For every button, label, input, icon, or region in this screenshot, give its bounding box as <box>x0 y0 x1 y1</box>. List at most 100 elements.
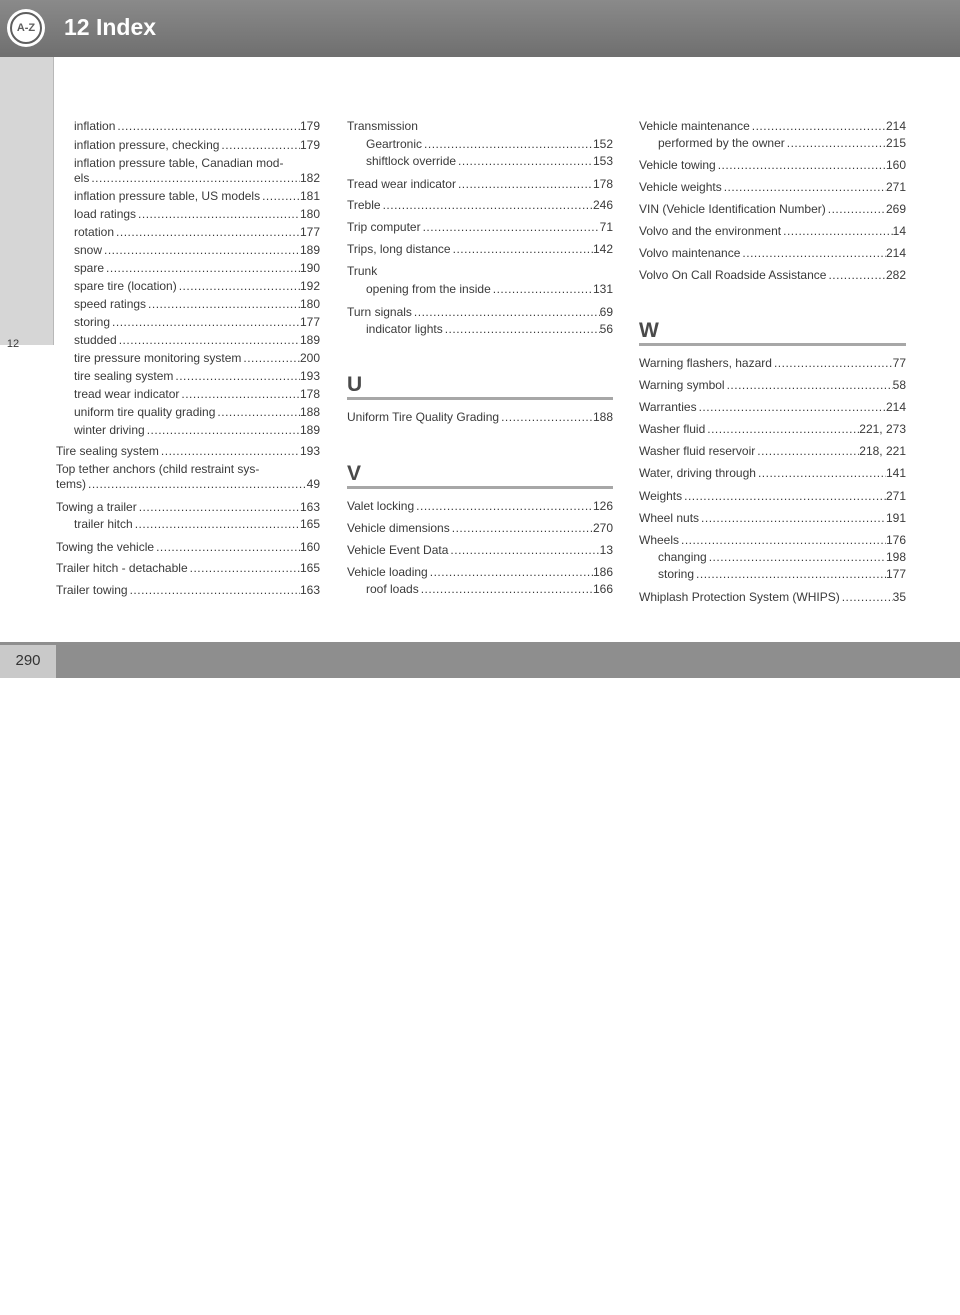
index-entry: snow 189 <box>74 240 320 258</box>
leader-dots <box>840 589 893 605</box>
entry-page: 188 <box>592 410 613 424</box>
leader-dots <box>428 564 593 580</box>
index-entry: tread wear indicator 178 <box>74 384 320 402</box>
entry-page: 221, 273 <box>859 422 906 436</box>
entry-term: Washer fluid <box>639 422 706 436</box>
entry-page: 165 <box>299 561 320 575</box>
leader-dots <box>154 539 300 555</box>
leader-dots <box>219 137 300 153</box>
index-entry: Treble 246 <box>347 195 613 213</box>
index-entry: Tread wear indicator 178 <box>347 174 613 192</box>
index-entry: Wheel nuts 191 <box>639 508 906 526</box>
index-entry: Trip computer 71 <box>347 217 613 235</box>
leader-dots <box>756 465 886 481</box>
entry-term: Treble <box>347 198 381 212</box>
entry-page: 282 <box>885 268 906 282</box>
leader-dots <box>86 476 307 492</box>
index-entry: tems) 49 <box>56 474 320 492</box>
entry-term: load ratings <box>74 207 137 221</box>
leader-dots <box>716 157 886 173</box>
leader-dots <box>699 510 886 526</box>
leader-dots <box>682 488 886 504</box>
a-z-icon-label: A-Z <box>10 12 42 44</box>
chapter-number: 12 <box>6 338 20 350</box>
entry-page: 271 <box>885 180 906 194</box>
leader-dots <box>173 368 300 384</box>
entry-page: 152 <box>592 137 613 151</box>
index-entry: Tire sealing system 193 <box>56 441 320 459</box>
entry-page: 178 <box>299 387 320 401</box>
entry-term: Vehicle Event Data <box>347 543 449 557</box>
entry-term: Warning symbol <box>639 378 725 392</box>
entry-page: 269 <box>885 202 906 216</box>
index-entry: spare tire (location) 192 <box>74 276 320 294</box>
entry-page: 188 <box>299 405 320 419</box>
leader-dots <box>722 179 886 195</box>
leader-dots <box>179 386 300 402</box>
leader-dots <box>117 332 300 348</box>
index-entry: Towing a trailer 163 <box>56 497 320 515</box>
index-entry: Washer fluid reservoir 218, 221 <box>639 441 906 459</box>
entry-term: speed ratings <box>74 297 147 311</box>
section-divider <box>347 397 613 400</box>
entry-page: 181 <box>299 189 320 203</box>
entry-term: Geartronic <box>366 137 423 151</box>
leader-dots <box>115 118 300 134</box>
index-entry: Vehicle dimensions 270 <box>347 518 613 536</box>
index-entry: Weights 271 <box>639 486 906 504</box>
entry-page: 193 <box>299 444 320 458</box>
entry-page: 163 <box>299 500 320 514</box>
index-entry: Geartronic 152 <box>366 134 613 152</box>
entry-term: Volvo maintenance <box>639 246 741 260</box>
index-entry: inflation pressure, checking 179 <box>74 135 320 153</box>
index-entry: shiftlock override 153 <box>366 151 613 169</box>
leader-dots <box>697 399 886 415</box>
entry-page: 58 <box>892 378 906 392</box>
index-entry: Wheels 176 <box>639 530 906 548</box>
leader-dots <box>785 135 886 151</box>
leader-dots <box>826 267 886 283</box>
leader-dots <box>456 153 593 169</box>
entry-term: Tread wear indicator <box>347 177 456 191</box>
index-entry: Uniform Tire Quality Grading 188 <box>347 407 613 425</box>
entry-term: els <box>74 171 90 185</box>
entry-term: inflation pressure, checking <box>74 138 220 152</box>
leader-dots <box>114 224 300 240</box>
index-entry: load ratings 180 <box>74 204 320 222</box>
leader-dots <box>89 170 300 186</box>
entry-page: 193 <box>299 369 320 383</box>
entry-page: 14 <box>892 224 906 238</box>
entry-page: 166 <box>592 582 613 596</box>
leader-dots <box>740 245 886 261</box>
entry-page: 178 <box>592 177 613 191</box>
index-entry-text: Trunk <box>347 264 378 278</box>
entry-term: storing <box>658 567 695 581</box>
entry-page: 214 <box>885 400 906 414</box>
a-z-index-icon: A-Z <box>7 9 45 47</box>
entry-page: 179 <box>299 119 320 133</box>
leader-dots <box>421 219 600 235</box>
entry-page: 160 <box>299 540 320 554</box>
leader-dots <box>136 206 300 222</box>
entry-term: Trailer towing <box>56 583 128 597</box>
entry-page: 77 <box>892 356 906 370</box>
leader-dots <box>104 260 300 276</box>
index-entry: Water, driving through 141 <box>639 463 906 481</box>
chapter-side-tab: 12 <box>0 57 54 350</box>
leader-dots <box>750 118 886 134</box>
leader-dots <box>448 542 599 558</box>
entry-page: 49 <box>306 477 320 491</box>
entry-page: 177 <box>885 567 906 581</box>
entry-term: Vehicle maintenance <box>639 119 750 133</box>
index-entry: Warning symbol 58 <box>639 375 906 393</box>
leader-dots <box>241 350 300 366</box>
entry-term: Vehicle dimensions <box>347 521 450 535</box>
entry-term: opening from the inside <box>366 282 491 296</box>
index-entry: Vehicle weights 271 <box>639 177 906 195</box>
leader-dots <box>705 421 859 437</box>
index-entry: storing 177 <box>658 564 906 582</box>
entry-term: uniform tire quality grading <box>74 405 216 419</box>
leader-dots <box>422 136 593 152</box>
index-entry: inflation 179 <box>74 116 320 134</box>
index-entry: storing 177 <box>74 312 320 330</box>
